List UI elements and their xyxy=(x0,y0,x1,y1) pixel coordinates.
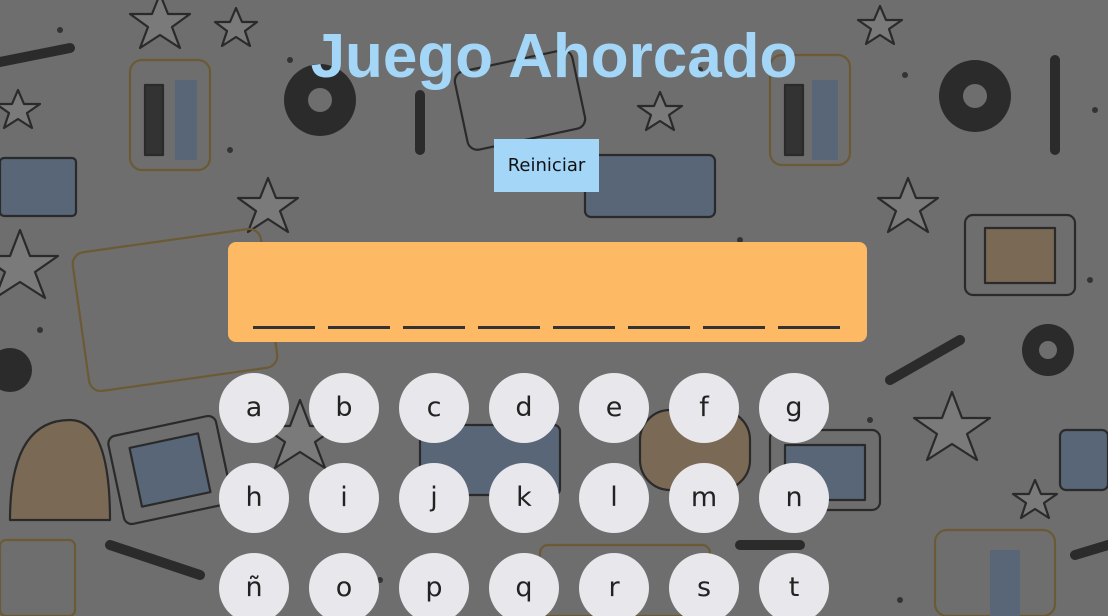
key-j[interactable]: j xyxy=(399,463,469,533)
key-q[interactable]: q xyxy=(489,553,559,616)
key-i[interactable]: i xyxy=(309,463,379,533)
letter-blank xyxy=(628,326,690,329)
key-o[interactable]: o xyxy=(309,553,379,616)
letter-blank xyxy=(403,326,465,329)
reset-button[interactable]: Reiniciar xyxy=(494,139,599,192)
letter-blank xyxy=(553,326,615,329)
key-n[interactable]: n xyxy=(759,463,829,533)
letter-blank xyxy=(778,326,840,329)
key-r[interactable]: r xyxy=(579,553,649,616)
key-e[interactable]: e xyxy=(579,373,649,443)
key-f[interactable]: f xyxy=(669,373,739,443)
letter-blank xyxy=(478,326,540,329)
key-b[interactable]: b xyxy=(309,373,379,443)
key-h[interactable]: h xyxy=(219,463,289,533)
page-title: Juego Ahorcado xyxy=(310,22,798,91)
key-m[interactable]: m xyxy=(669,463,739,533)
letter-blank xyxy=(703,326,765,329)
key-enye[interactable]: ñ xyxy=(219,553,289,616)
key-g[interactable]: g xyxy=(759,373,829,443)
letter-blank xyxy=(253,326,315,329)
key-d[interactable]: d xyxy=(489,373,559,443)
key-t[interactable]: t xyxy=(759,553,829,616)
key-p[interactable]: p xyxy=(399,553,469,616)
key-l[interactable]: l xyxy=(579,463,649,533)
key-c[interactable]: c xyxy=(399,373,469,443)
key-s[interactable]: s xyxy=(669,553,739,616)
key-k[interactable]: k xyxy=(489,463,559,533)
key-a[interactable]: a xyxy=(219,373,289,443)
word-panel xyxy=(228,242,867,342)
letter-blank xyxy=(328,326,390,329)
